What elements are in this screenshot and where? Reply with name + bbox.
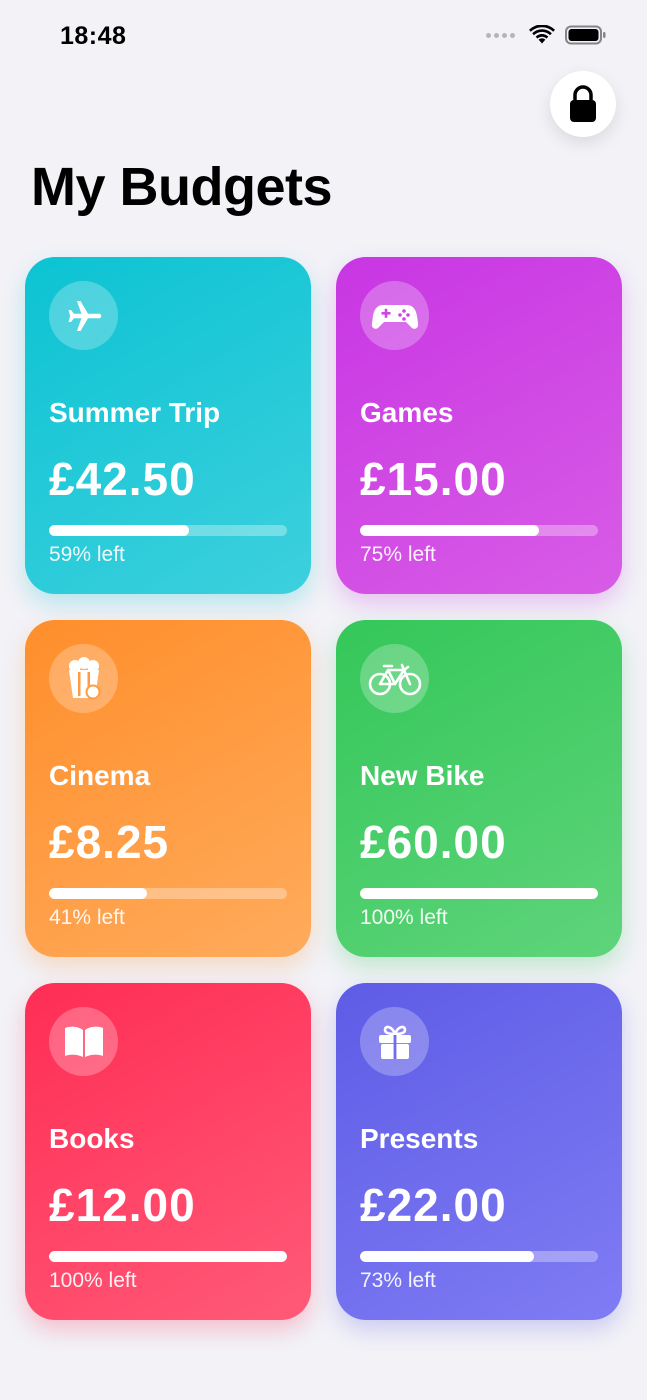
budget-left-label: 59% left	[49, 543, 125, 566]
budget-progress-bar	[360, 1251, 598, 1262]
budget-progress-fill	[49, 1251, 287, 1262]
budget-progress-fill	[360, 888, 598, 899]
budget-amount: £22.00	[360, 1179, 507, 1231]
status-time: 18:48	[60, 22, 127, 50]
budget-amount: £12.00	[49, 1179, 196, 1231]
budget-progress-bar	[49, 525, 287, 536]
page-title: My Budgets	[31, 157, 333, 217]
budget-amount: £42.50	[49, 453, 196, 505]
budget-card-summer-trip[interactable]: Summer Trip £42.50 59% left	[25, 257, 311, 594]
lock-icon	[570, 85, 596, 122]
budget-amount: £60.00	[360, 816, 507, 868]
budget-name: Games	[360, 397, 454, 428]
budget-progress-fill	[49, 888, 147, 899]
budget-name: Cinema	[49, 760, 151, 791]
budget-left-label: 75% left	[360, 543, 436, 566]
budget-card-presents[interactable]: Presents £22.00 73% left	[336, 983, 622, 1320]
airplane-icon	[49, 281, 118, 350]
popcorn-icon	[49, 644, 118, 713]
budget-progress-bar	[360, 888, 598, 899]
budget-amount: £8.25	[49, 816, 170, 868]
budget-name: New Bike	[360, 760, 485, 791]
budget-card-cinema[interactable]: Cinema £8.25 41% left	[25, 620, 311, 957]
bicycle-icon	[360, 644, 429, 713]
battery-icon	[565, 25, 606, 45]
budget-progress-fill	[360, 1251, 534, 1262]
budget-card-games[interactable]: Games £15.00 75% left	[336, 257, 622, 594]
budget-card-books[interactable]: Books £12.00 100% left	[25, 983, 311, 1320]
budget-grid: Summer Trip £42.50 59% left Games £15.00…	[25, 257, 622, 1320]
budget-left-label: 73% left	[360, 1269, 436, 1292]
budget-name: Summer Trip	[49, 397, 221, 428]
budget-progress-bar	[49, 888, 287, 899]
budget-progress-fill	[360, 525, 539, 536]
budget-left-label: 100% left	[360, 906, 448, 929]
status-bar: 18:48	[0, 0, 647, 70]
budget-amount: £15.00	[360, 453, 507, 505]
book-icon	[49, 1007, 118, 1076]
status-icons	[486, 25, 607, 45]
budget-name: Books	[49, 1123, 135, 1154]
budget-progress-fill	[49, 525, 190, 536]
budget-progress-bar	[49, 1251, 287, 1262]
gamecontroller-icon	[360, 281, 429, 350]
gift-icon	[360, 1007, 429, 1076]
cellular-dots-icon	[486, 32, 515, 38]
wifi-icon	[529, 25, 555, 44]
budget-left-label: 41% left	[49, 906, 125, 929]
budget-progress-bar	[360, 525, 598, 536]
lock-button[interactable]	[550, 71, 616, 137]
budget-card-new-bike[interactable]: New Bike £60.00 100% left	[336, 620, 622, 957]
budget-left-label: 100% left	[49, 1269, 137, 1292]
budget-name: Presents	[360, 1123, 479, 1154]
